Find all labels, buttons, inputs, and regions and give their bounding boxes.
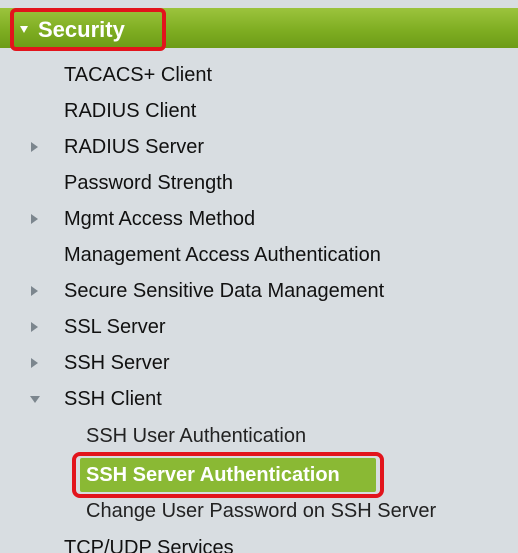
- nav-item-tacacs-client[interactable]: TACACS+ Client: [64, 63, 212, 87]
- nav-item-ssh-server[interactable]: SSH Server: [64, 351, 170, 375]
- expand-arrow-icon[interactable]: [31, 322, 38, 332]
- nav-item-change-user-password-on-ssh-server[interactable]: Change User Password on SSH Server: [86, 499, 436, 523]
- nav-item-radius-client[interactable]: RADIUS Client: [64, 99, 196, 123]
- nav-item-management-access-authentication[interactable]: Management Access Authentication: [64, 243, 381, 267]
- nav-item-ssh-client[interactable]: SSH Client: [64, 387, 162, 411]
- security-section-header[interactable]: Security: [10, 8, 166, 51]
- expand-arrow-icon[interactable]: [31, 214, 38, 224]
- security-nav-panel: Security TACACS+ Client RADIUS Client RA…: [0, 0, 518, 553]
- chevron-down-icon: [20, 26, 28, 33]
- nav-item-radius-server[interactable]: RADIUS Server: [64, 135, 204, 159]
- nav-item-tcp-udp-services[interactable]: TCP/UDP Services: [64, 536, 234, 553]
- nav-item-ssh-server-authentication[interactable]: SSH Server Authentication: [86, 463, 340, 487]
- nav-item-ssh-user-authentication[interactable]: SSH User Authentication: [86, 424, 306, 448]
- collapse-arrow-icon[interactable]: [30, 396, 40, 403]
- expand-arrow-icon[interactable]: [31, 142, 38, 152]
- expand-arrow-icon[interactable]: [31, 286, 38, 296]
- nav-item-secure-sensitive-data-management[interactable]: Secure Sensitive Data Management: [64, 279, 384, 303]
- security-section-label: Security: [38, 16, 125, 42]
- nav-item-mgmt-access-method[interactable]: Mgmt Access Method: [64, 207, 255, 231]
- expand-arrow-icon[interactable]: [31, 358, 38, 368]
- nav-item-ssl-server[interactable]: SSL Server: [64, 315, 166, 339]
- nav-item-password-strength[interactable]: Password Strength: [64, 171, 233, 195]
